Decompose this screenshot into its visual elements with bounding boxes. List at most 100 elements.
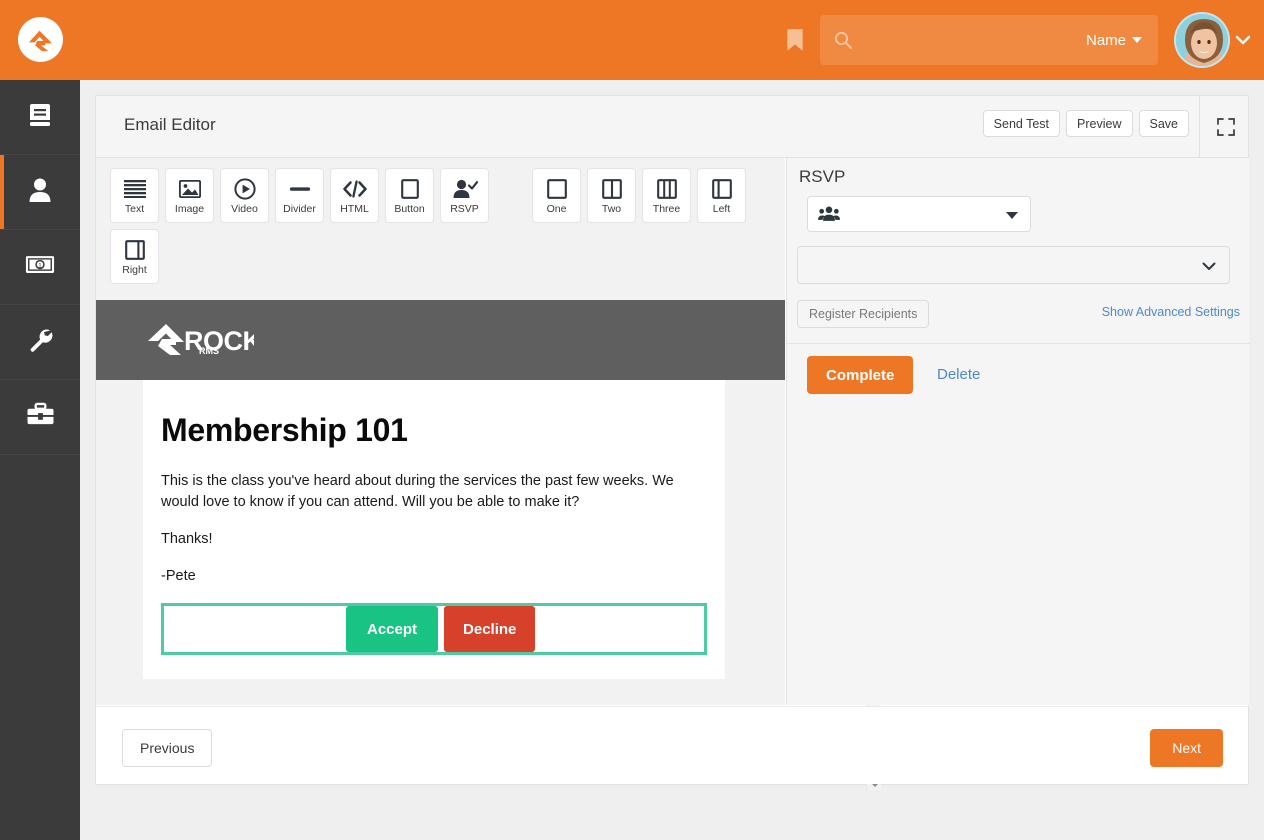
properties-divider — [787, 343, 1250, 344]
palette-item-label: Image — [174, 202, 205, 215]
palette-item-label: Button — [394, 202, 425, 215]
caret-down-icon — [1132, 37, 1142, 43]
palette-layout-three[interactable]: Three — [642, 168, 691, 223]
main-sidebar: 1 — [0, 80, 80, 840]
page-content: Email Editor Send Test Preview Save Text… — [80, 80, 1264, 840]
header-divider — [1199, 96, 1200, 158]
delete-link[interactable]: Delete — [937, 366, 980, 383]
search-input[interactable] — [862, 15, 1092, 65]
square-button-icon — [400, 177, 419, 201]
rock-rms-wordmark: ROCK RMS — [148, 324, 254, 356]
search-scope-dropdown[interactable]: Name — [1086, 15, 1142, 65]
palette-layout-right[interactable]: Right — [110, 229, 159, 284]
properties-title: RSVP — [799, 167, 846, 186]
svg-text:1: 1 — [38, 262, 42, 269]
email-paragraph-3: -Pete — [161, 568, 196, 585]
palette-item-image[interactable]: Image — [165, 168, 214, 223]
palette-item-html[interactable]: HTML — [330, 168, 379, 223]
toolbox-glyph — [27, 402, 53, 425]
left-sidebar-column-glyph — [711, 178, 732, 199]
palette-layout-two[interactable]: Two — [587, 168, 636, 223]
three-column-icon — [656, 177, 677, 201]
global-search[interactable]: Name — [820, 15, 1158, 65]
image-glyph — [178, 179, 201, 198]
send-test-button[interactable]: Send Test — [982, 110, 1061, 137]
previous-button[interactable]: Previous — [122, 729, 213, 767]
chevron-down-glyph — [1235, 35, 1251, 45]
sidebar-item-cms[interactable] — [0, 80, 80, 155]
code-glyph — [342, 180, 367, 198]
play-circle-glyph — [233, 178, 256, 200]
palette-row-1: Text Image Video Divider HTML Button RSV… — [110, 168, 771, 223]
text-lines-glyph — [123, 179, 146, 198]
page-title: Email Editor — [124, 115, 216, 134]
palette-item-label: One — [546, 202, 567, 215]
wrench-icon — [27, 326, 54, 358]
fullscreen-glyph — [1217, 118, 1235, 136]
email-editor-canvas: Text Image Video Divider HTML Button RSV… — [96, 158, 785, 705]
palette-item-label: Video — [231, 202, 258, 215]
avatar-photo — [1176, 14, 1228, 66]
email-body: Membership 101 This is the class you've … — [143, 380, 725, 680]
show-advanced-settings-link[interactable]: Show Advanced Settings — [1102, 305, 1240, 319]
palette-item-label: Right — [122, 263, 147, 276]
search-icon — [834, 31, 852, 49]
panel-header-actions: Send Test Preview Save — [982, 110, 1189, 137]
wrench-glyph — [30, 329, 52, 352]
email-paragraph-2: Thanks! — [161, 531, 213, 548]
users-group-icon — [818, 205, 840, 223]
person-glyph — [29, 178, 51, 202]
money-bill-glyph: 1 — [25, 256, 55, 273]
palette-item-button[interactable]: Button — [385, 168, 434, 223]
divider-glyph — [289, 187, 310, 191]
two-column-icon — [601, 177, 622, 201]
palette-layout-one[interactable]: One — [532, 168, 581, 223]
palette-layout-left[interactable]: Left — [697, 168, 746, 223]
preview-button[interactable]: Preview — [1066, 110, 1133, 137]
rock-rms-logo[interactable] — [18, 17, 63, 62]
rsvp-block-selected[interactable]: Accept Decline — [161, 603, 707, 656]
chevron-down-glyph — [1202, 262, 1216, 270]
occurrence-select[interactable] — [797, 246, 1230, 284]
palette-item-divider[interactable]: Divider — [275, 168, 324, 223]
sidebar-item-finance[interactable]: 1 — [0, 230, 80, 305]
toolbox-icon — [26, 402, 55, 432]
image-icon — [178, 177, 201, 201]
bookmark-icon[interactable] — [786, 28, 804, 52]
sidebar-item-people[interactable] — [0, 155, 80, 230]
top-bar: Name — [0, 0, 1264, 80]
save-button[interactable]: Save — [1138, 110, 1189, 137]
book-icon — [26, 101, 54, 134]
person-check-glyph — [453, 179, 478, 198]
email-header-banner: ROCK RMS — [96, 300, 785, 380]
person-check-icon — [452, 177, 478, 201]
palette-item-rsvp[interactable]: RSVP — [440, 168, 489, 223]
square-button-glyph — [400, 178, 419, 199]
one-column-icon — [546, 177, 567, 201]
divider-icon — [289, 177, 311, 201]
sidebar-item-admin-tools[interactable] — [0, 305, 80, 380]
fullscreen-icon[interactable] — [1216, 117, 1236, 137]
palette-item-label: HTML — [340, 202, 369, 215]
user-menu-chevron-down-icon[interactable] — [1234, 31, 1252, 49]
user-avatar[interactable] — [1174, 12, 1230, 68]
accept-button[interactable]: Accept — [346, 606, 439, 653]
users-group-glyph — [818, 206, 840, 221]
group-select[interactable] — [807, 196, 1031, 232]
component-palette: Text Image Video Divider HTML Button RSV… — [96, 158, 785, 288]
email-editor-panel: Email Editor Send Test Preview Save Text… — [95, 95, 1250, 791]
palette-layouts: One Two Three Left — [532, 168, 746, 223]
svg-text:RMS: RMS — [199, 346, 219, 356]
complete-button[interactable]: Complete — [807, 356, 914, 394]
email-heading: Membership 101 — [161, 412, 408, 448]
sidebar-item-tools[interactable] — [0, 380, 80, 455]
register-recipients-button[interactable]: Register Recipients — [797, 300, 930, 328]
decline-button[interactable]: Decline — [444, 606, 536, 653]
next-button[interactable]: Next — [1150, 729, 1223, 767]
left-sidebar-column-icon — [711, 177, 732, 201]
palette-item-video[interactable]: Video — [220, 168, 269, 223]
palette-item-text[interactable]: Text — [110, 168, 159, 223]
rsvp-properties-panel: RSVP Register Recipients Show Advanced S… — [786, 158, 1250, 705]
play-circle-icon — [233, 177, 256, 201]
email-paragraph-1: This is the class you've heard about dur… — [161, 473, 674, 511]
